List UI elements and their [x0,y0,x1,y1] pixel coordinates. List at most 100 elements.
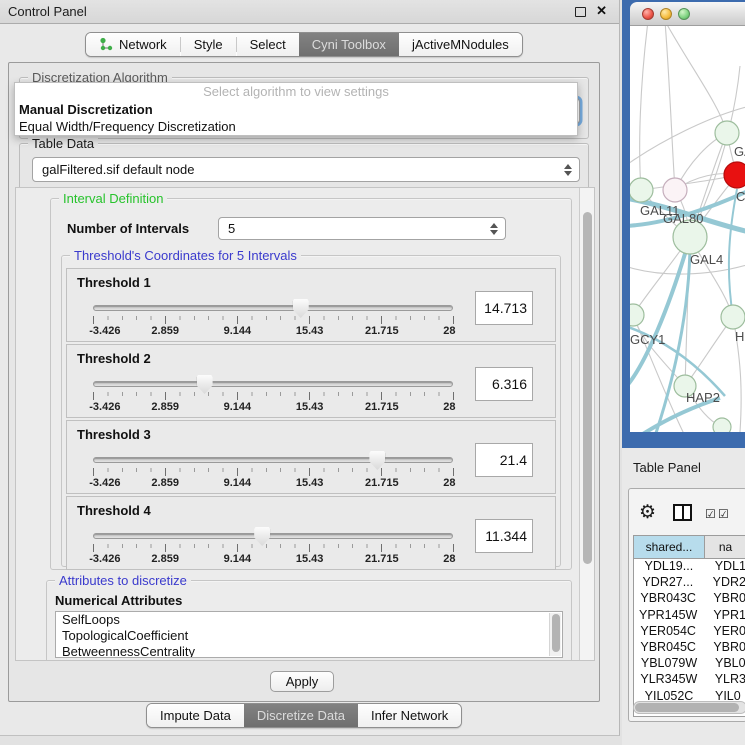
table-row[interactable]: YBL079W YBL0 [634,656,745,672]
dropdown-hint-option[interactable]: Select algorithm to view settings [15,83,577,101]
dropdown-option-equal-width[interactable]: Equal Width/Frequency Discretization [15,118,577,135]
list-item[interactable]: BetweennessCentrality [56,644,562,658]
settings-vertical-scrollbar[interactable] [579,188,594,660]
network-window-titlebar[interactable] [630,2,745,26]
attributes-group: Attributes to discretize Numerical Attri… [46,580,572,661]
node-selected-red[interactable] [724,162,745,188]
close-icon[interactable]: ✕ [596,3,607,19]
dropdown-option-manual[interactable]: Manual Discretization [15,101,577,118]
number-of-intervals-combobox[interactable]: 5 [218,217,506,240]
cell[interactable]: YBR045C [634,640,703,656]
thresholds-group: Threshold's Coordinates for 5 Intervals … [61,255,561,567]
threshold-label: Threshold 2 [77,351,151,366]
node-gal80[interactable] [663,178,687,202]
tab-discretize-data[interactable]: Discretize Data [244,704,358,727]
table-data-selected-value: galFiltered.sif default node [42,162,194,177]
numerical-attributes-list[interactable]: SelfLoops TopologicalCoefficient Between… [55,611,563,658]
cell[interactable]: YBR043C [634,591,703,607]
threshold-value-field[interactable]: 21.4 [475,443,533,477]
threshold-2-slider[interactable]: -3.426 2.859 9.144 15.43 21.715 28 [93,373,453,413]
tab-jactivemnodules[interactable]: jActiveMNodules [399,33,522,56]
cell[interactable]: YPR145W [634,608,703,624]
slider-track[interactable] [93,457,453,463]
slider-track[interactable] [93,305,453,311]
cell[interactable]: YBR0 [703,591,745,607]
node-h[interactable] [721,305,745,329]
tab-infer-network[interactable]: Infer Network [358,704,461,727]
tick-label: 9.144 [224,553,252,565]
table-scrollbar-thumb[interactable] [635,703,739,712]
tab-network[interactable]: Network [86,33,180,56]
control-panel-titlebar: Control Panel ✕ [0,0,619,24]
cyni-toolbox-panel: Discretization Algorithm Table Data galF… [8,62,600,702]
network-view-window[interactable]: GAL80 GA C GAL11 GAL4 GCY1 H HAP2 [622,0,745,448]
cell[interactable]: YBL079W [634,656,705,672]
tab-impute-data[interactable]: Impute Data [147,704,244,727]
cell[interactable]: YDR2 [703,575,745,591]
tab-impute-data-label: Impute Data [160,708,231,723]
slider-track[interactable] [93,381,453,387]
table-horizontal-scrollbar[interactable] [633,701,745,714]
cell[interactable]: YLR345W [634,672,705,688]
tick-label: 2.859 [151,553,179,565]
cell[interactable]: YER054C [634,624,703,640]
float-window-icon[interactable] [575,7,586,17]
network-canvas[interactable]: GAL80 GA C GAL11 GAL4 GCY1 H HAP2 [630,26,745,432]
tick-label: -3.426 [89,325,120,337]
node-bottom-partial[interactable] [713,418,731,432]
tab-cyni-toolbox-label: Cyni Toolbox [312,37,386,52]
cell[interactable]: YDL1 [705,559,745,575]
cell[interactable]: YPR1 [703,608,745,624]
settings-scrollbar-thumb[interactable] [583,212,592,564]
tick-label: 2.859 [151,325,179,337]
thresholds-group-title: Threshold's Coordinates for 5 Intervals [70,248,301,263]
cell[interactable]: YLR3 [705,672,745,688]
list-item[interactable]: SelfLoops [56,612,562,628]
tab-cyni-toolbox[interactable]: Cyni Toolbox [299,33,399,56]
cell[interactable]: YER0 [703,624,745,640]
node-gcy1[interactable] [630,304,644,326]
tick-label: 21.715 [365,325,399,337]
table-row[interactable]: YER054C YER0 [634,624,745,640]
table-row[interactable]: YPR145W YPR1 [634,608,745,624]
gear-icon[interactable]: ⚙ [639,501,656,524]
split-columns-icon[interactable] [673,504,692,521]
zoom-traffic-light-icon[interactable] [678,8,690,20]
table-row[interactable]: YBR045C YBR0 [634,640,745,656]
table-row[interactable]: YDL19... YDL1 [634,559,745,575]
threshold-3-slider[interactable]: -3.426 2.859 9.144 15.43 21.715 28 [93,449,453,489]
table-row[interactable]: YLR345W YLR3 [634,672,745,688]
table-row[interactable]: YBR043C YBR0 [634,591,745,607]
node-gal11[interactable] [630,178,653,202]
threshold-4-panel: Threshold 4 -3.426 2.859 9.144 15.43 21.… [66,496,556,570]
tick-label: -3.426 [89,401,120,413]
cell[interactable]: YBR0 [703,640,745,656]
list-item[interactable]: TopologicalCoefficient [56,628,562,644]
tab-network-label: Network [119,37,167,52]
tab-style[interactable]: Style [181,33,236,56]
table-data-combobox[interactable]: galFiltered.sif default node [32,157,580,182]
checkbox-icon[interactable]: ☑ [705,507,716,521]
column-header-shared[interactable]: shared... [634,536,705,558]
tick-label: 28 [443,553,455,565]
threshold-4-slider[interactable]: -3.426 2.859 9.144 15.43 21.715 28 [93,525,453,565]
panel-title: Control Panel [8,4,87,19]
list-scrollbar-thumb[interactable] [552,614,560,652]
checkbox-icon[interactable]: ☑ [718,507,729,521]
cell[interactable]: YDR27... [634,575,703,591]
cell[interactable]: YBL0 [705,656,745,672]
node-top-right[interactable] [715,121,739,145]
close-traffic-light-icon[interactable] [642,8,654,20]
slider-track[interactable] [93,533,453,539]
threshold-value-field[interactable]: 11.344 [475,519,533,553]
apply-button[interactable]: Apply [270,671,334,692]
list-scrollbar[interactable] [549,613,561,656]
table-row[interactable]: YDR27... YDR2 [634,575,745,591]
column-header-name[interactable]: na [705,536,745,558]
minimize-traffic-light-icon[interactable] [660,8,672,20]
threshold-1-slider[interactable]: -3.426 2.859 9.144 15.43 21.715 28 [93,297,453,337]
tab-select[interactable]: Select [237,33,299,56]
cell[interactable]: YDL19... [634,559,705,575]
threshold-value-field[interactable]: 6.316 [475,367,533,401]
threshold-value-field[interactable]: 14.713 [475,291,533,325]
